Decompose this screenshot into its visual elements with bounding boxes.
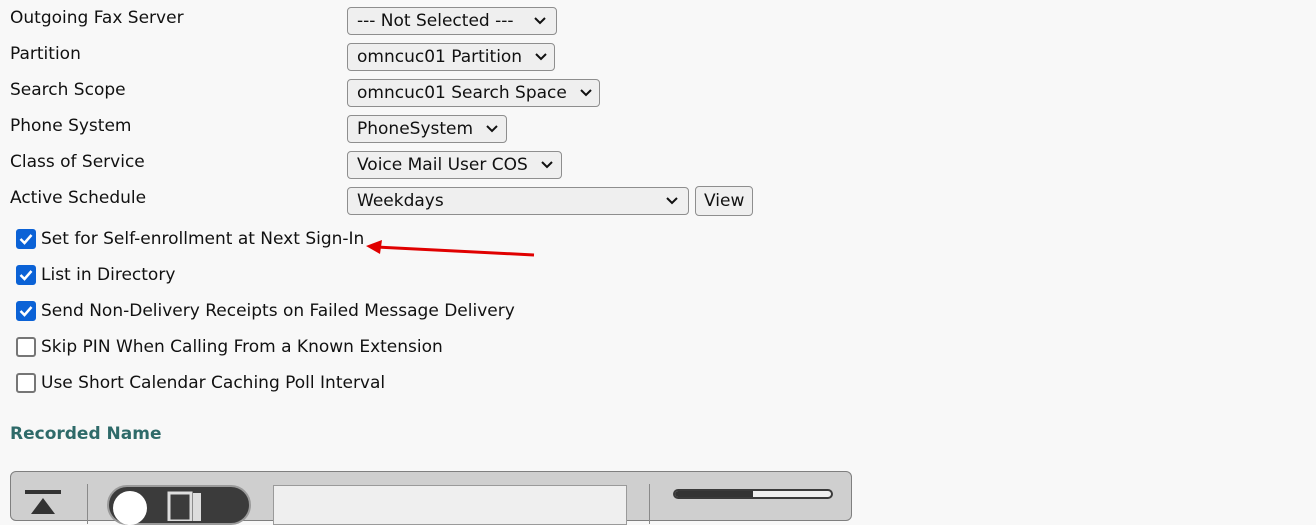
checkmark-icon [19,270,33,281]
checkmark-icon [19,306,33,317]
label-search-scope: Search Scope [10,80,126,100]
phone-system-select[interactable]: PhoneSystem [347,115,507,143]
list-in-directory-checkbox-row[interactable]: List in Directory [16,264,175,286]
record-mode-toggle[interactable] [107,485,251,525]
select-value: omncuc01 Search Space [357,83,567,103]
select-value: Voice Mail User COS [357,155,528,175]
chevron-down-icon [665,194,679,208]
chevron-down-icon [533,14,547,28]
chevron-down-icon [534,50,548,64]
view-schedule-button[interactable]: View [695,186,754,216]
self-enrollment-checkbox-row[interactable]: Set for Self-enrollment at Next Sign-In [16,228,364,250]
label-phone-system: Phone System [10,116,132,136]
checkbox-checked[interactable] [16,229,36,249]
non-delivery-receipts-checkbox-row[interactable]: Send Non-Delivery Receipts on Failed Mes… [16,300,515,322]
active-schedule-select[interactable]: Weekdays [347,187,689,215]
select-value: --- Not Selected --- [357,11,514,31]
recorded-name-heading: Recorded Name [10,424,162,444]
chevron-down-icon [485,122,499,136]
checkbox-label: Use Short Calendar Caching Poll Interval [41,373,386,393]
short-calendar-poll-checkbox-row[interactable]: Use Short Calendar Caching Poll Interval [16,372,385,394]
checkbox-label: Set for Self-enrollment at Next Sign-In [41,229,365,249]
separator [649,484,650,524]
checkbox-label: Send Non-Delivery Receipts on Failed Mes… [41,301,515,321]
toggle-knob [113,491,147,525]
volume-slider[interactable] [673,489,833,499]
file-icon [167,491,205,525]
label-partition: Partition [10,44,81,64]
select-value: omncuc01 Partition [357,47,523,67]
volume-level [675,491,753,497]
separator [87,484,88,524]
recording-display [273,485,627,525]
chevron-down-icon [540,158,554,172]
checkbox-unchecked[interactable] [16,373,36,393]
outgoing-fax-server-select[interactable]: --- Not Selected --- [347,7,557,35]
label-class-of-service: Class of Service [10,152,145,172]
checkbox-unchecked[interactable] [16,337,36,357]
select-value: Weekdays [357,191,444,211]
label-outgoing-fax-server: Outgoing Fax Server [10,8,184,28]
media-player [10,471,852,525]
chevron-down-icon [579,86,593,100]
select-value: PhoneSystem [357,119,474,139]
class-of-service-select[interactable]: Voice Mail User COS [347,151,562,179]
checkbox-label: Skip PIN When Calling From a Known Exten… [41,337,443,357]
skip-pin-checkbox-row[interactable]: Skip PIN When Calling From a Known Exten… [16,336,443,358]
label-active-schedule: Active Schedule [10,188,147,208]
red-arrow-annotation [366,240,535,257]
checkbox-checked[interactable] [16,265,36,285]
partition-select[interactable]: omncuc01 Partition [347,43,555,71]
search-scope-select[interactable]: omncuc01 Search Space [347,79,600,107]
checkbox-checked[interactable] [16,301,36,321]
checkmark-icon [19,234,33,245]
checkbox-label: List in Directory [41,265,176,285]
upload-icon[interactable] [25,488,61,522]
